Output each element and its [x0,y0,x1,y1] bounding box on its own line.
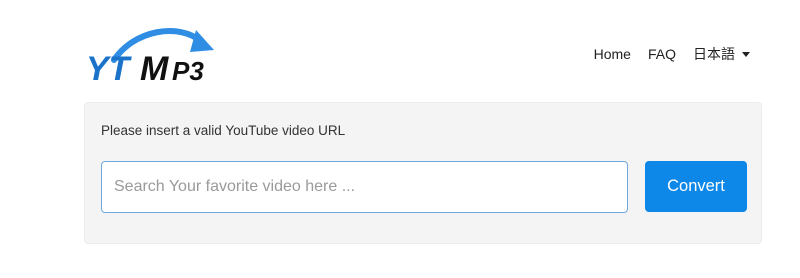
chevron-down-icon [742,52,750,57]
ytmp3-logo[interactable]: YT M P3 [84,20,224,86]
language-dropdown[interactable]: 日本語 [693,44,750,64]
convert-button[interactable]: Convert [645,161,747,212]
logo-text-m: M [140,50,169,86]
search-input[interactable] [101,161,628,213]
instruction-text: Please insert a valid YouTube video URL [101,123,346,138]
page: YT M P3 Home FAQ 日本語 Please insert a val… [0,0,800,278]
language-label: 日本語 [693,46,735,62]
top-nav: Home FAQ 日本語 [594,44,750,64]
logo-text-yt: YT [86,50,133,86]
logo-text-p3: P3 [172,56,204,86]
nav-home-link[interactable]: Home [594,46,631,62]
converter-panel: Please insert a valid YouTube video URL … [84,102,762,244]
nav-faq-link[interactable]: FAQ [648,46,676,62]
